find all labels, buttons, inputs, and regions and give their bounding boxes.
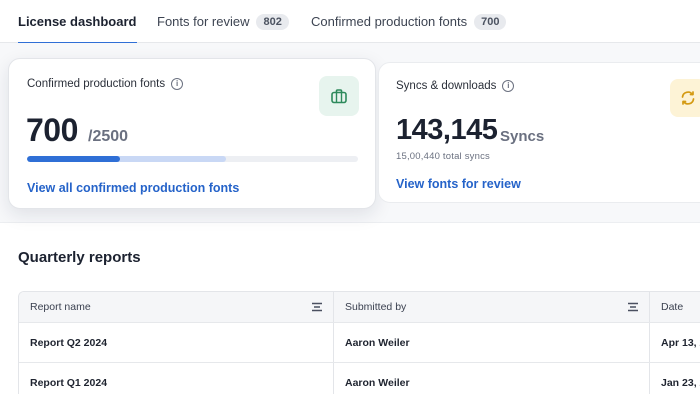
info-icon[interactable]: i bbox=[171, 78, 184, 90]
sync-icon bbox=[670, 79, 700, 117]
confirmed-progress-bar bbox=[27, 156, 358, 162]
column-header-label: Report name bbox=[30, 301, 91, 313]
submitted-by-cell: Aaron Weiler bbox=[334, 323, 650, 362]
table-row[interactable]: Report Q1 2024 Aaron Weiler Jan 23, 2024 bbox=[19, 363, 700, 394]
view-all-confirmed-link[interactable]: View all confirmed production fonts bbox=[27, 181, 239, 195]
column-header-report-name[interactable]: Report name bbox=[19, 292, 334, 322]
total-syncs-note: 15,00,440 total syncs bbox=[396, 151, 490, 162]
tab-count-badge: 802 bbox=[256, 13, 289, 30]
submitted-by-cell: Aaron Weiler bbox=[334, 363, 650, 394]
report-name-cell: Report Q2 2024 bbox=[19, 323, 334, 362]
syncs-count: 143,145 bbox=[396, 114, 498, 146]
tab-count-badge: 700 bbox=[474, 13, 507, 30]
quarterly-reports-heading: Quarterly reports bbox=[18, 249, 141, 266]
card-title: Syncs & downloads i bbox=[396, 80, 515, 92]
column-header-label: Submitted by bbox=[345, 301, 407, 313]
tab-confirmed-production-fonts[interactable]: Confirmed production fonts 700 bbox=[311, 0, 507, 43]
tab-license-dashboard[interactable]: License dashboard bbox=[18, 0, 138, 44]
tab-label: Fonts for review bbox=[157, 14, 250, 29]
confirmed-total: /2500 bbox=[88, 128, 129, 145]
column-header-date[interactable]: Date bbox=[650, 292, 700, 322]
confirmed-fonts-card: Confirmed production fonts i 700 /2500 V… bbox=[8, 58, 376, 209]
tab-fonts-for-review[interactable]: Fonts for review 802 bbox=[157, 0, 289, 43]
card-title-text: Syncs & downloads bbox=[396, 80, 497, 92]
briefcase-icon bbox=[319, 76, 359, 116]
report-name-cell: Report Q1 2024 bbox=[19, 363, 334, 394]
tab-label: Confirmed production fonts bbox=[311, 14, 468, 29]
filter-icon[interactable] bbox=[627, 302, 639, 312]
quarterly-reports-table: Report name Submitted by Date Report Q2 … bbox=[18, 291, 700, 394]
column-header-label: Date bbox=[661, 301, 684, 313]
confirmed-count: 700 bbox=[26, 112, 78, 148]
info-icon[interactable]: i bbox=[502, 80, 515, 92]
syncs-downloads-card: Syncs & downloads i 143,145 Syncs 15,00,… bbox=[378, 62, 700, 203]
progress-primary-fill bbox=[27, 156, 120, 162]
card-title: Confirmed production fonts i bbox=[27, 78, 184, 90]
card-title-text: Confirmed production fonts bbox=[27, 78, 166, 90]
filter-icon[interactable] bbox=[311, 302, 323, 312]
view-fonts-for-review-link[interactable]: View fonts for review bbox=[396, 177, 521, 191]
date-cell: Jan 23, 2024 bbox=[661, 376, 700, 389]
syncs-unit: Syncs bbox=[500, 128, 545, 145]
table-row[interactable]: Report Q2 2024 Aaron Weiler Apr 13, 2024 bbox=[19, 323, 700, 363]
dashboard-tabs: License dashboard Fonts for review 802 C… bbox=[0, 0, 700, 44]
column-header-submitted-by[interactable]: Submitted by bbox=[334, 292, 650, 322]
tab-label: License dashboard bbox=[18, 14, 137, 29]
table-header-row: Report name Submitted by Date bbox=[19, 292, 700, 323]
date-cell: Apr 13, 2024 bbox=[661, 336, 700, 349]
